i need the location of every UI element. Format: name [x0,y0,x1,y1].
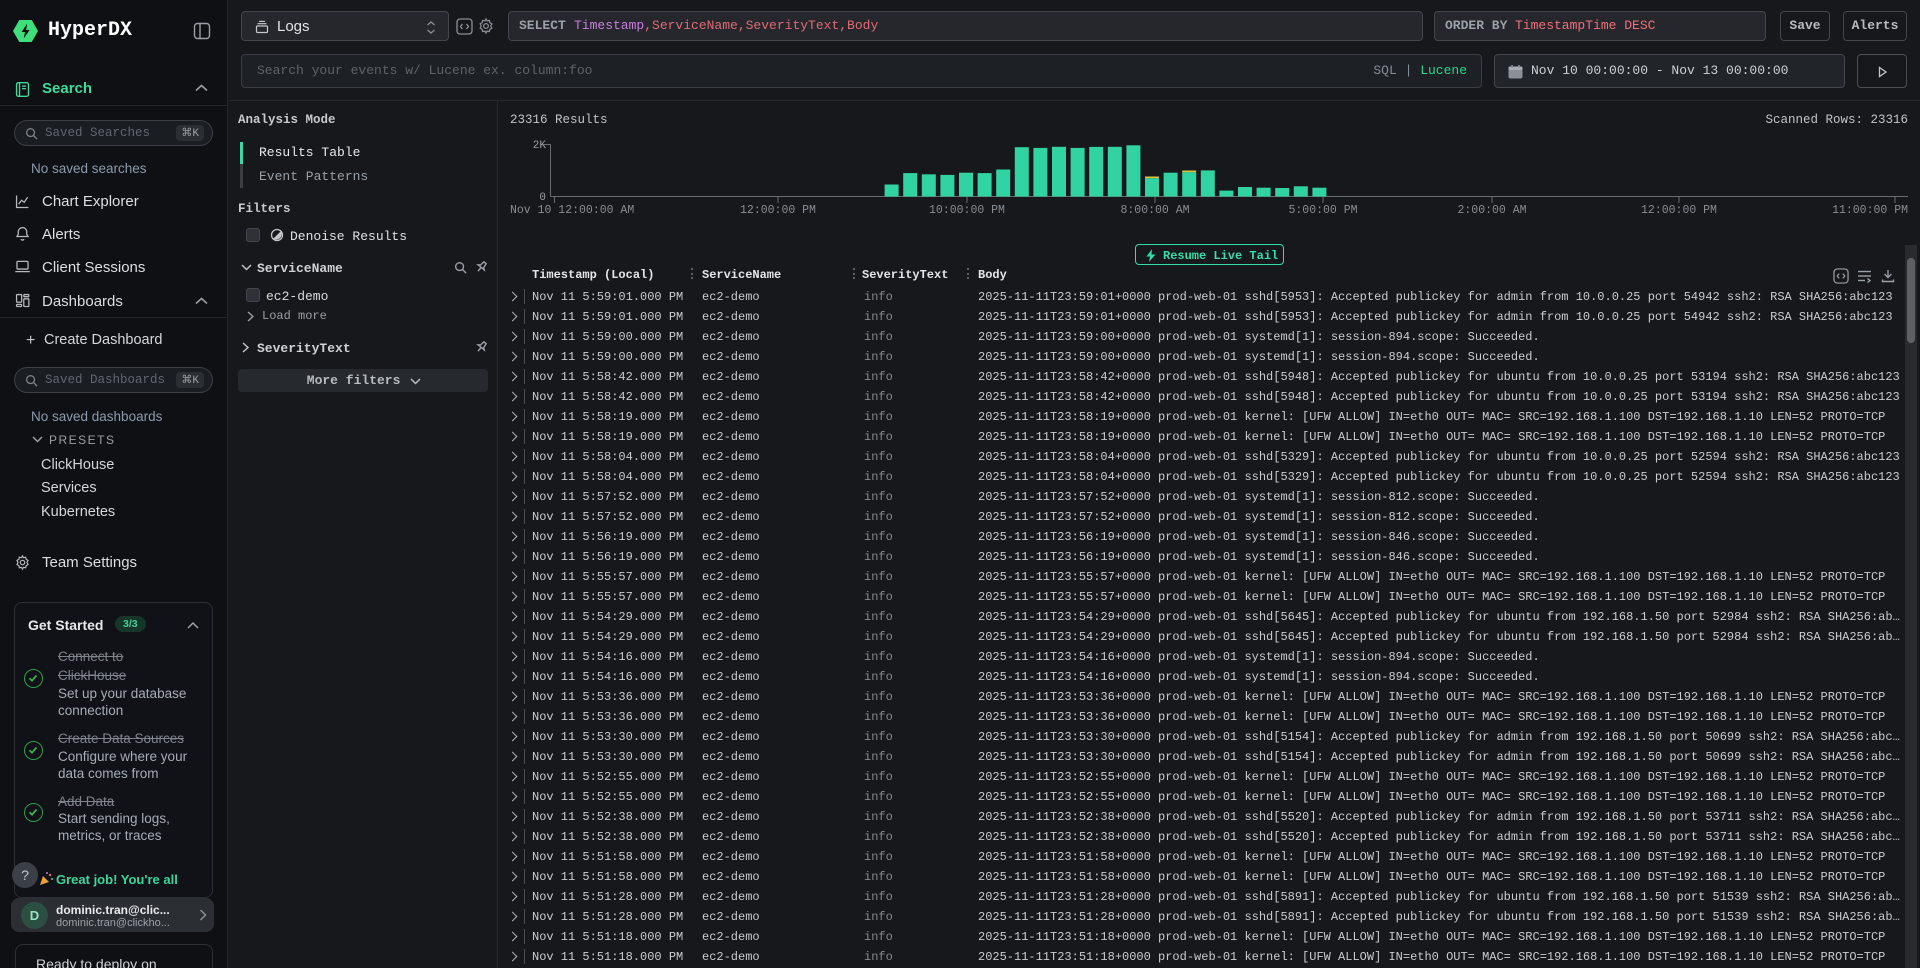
svg-text:2K: 2K [533,140,547,152]
svg-text:5:00:00 PM: 5:00:00 PM [1288,204,1357,217]
svg-text:2:00:00 AM: 2:00:00 AM [1457,204,1526,217]
svg-text:12:00:00 PM: 12:00:00 PM [740,204,816,217]
svg-text:10:00:00 PM: 10:00:00 PM [929,204,1005,217]
svg-text:0: 0 [539,192,546,204]
svg-text:8:00:00 AM: 8:00:00 AM [1120,204,1189,217]
svg-text:11:00:00 PM: 11:00:00 PM [1832,204,1908,217]
svg-text:Nov 10 12:00:00 AM: Nov 10 12:00:00 AM [510,204,634,217]
svg-text:12:00:00 PM: 12:00:00 PM [1641,204,1717,217]
